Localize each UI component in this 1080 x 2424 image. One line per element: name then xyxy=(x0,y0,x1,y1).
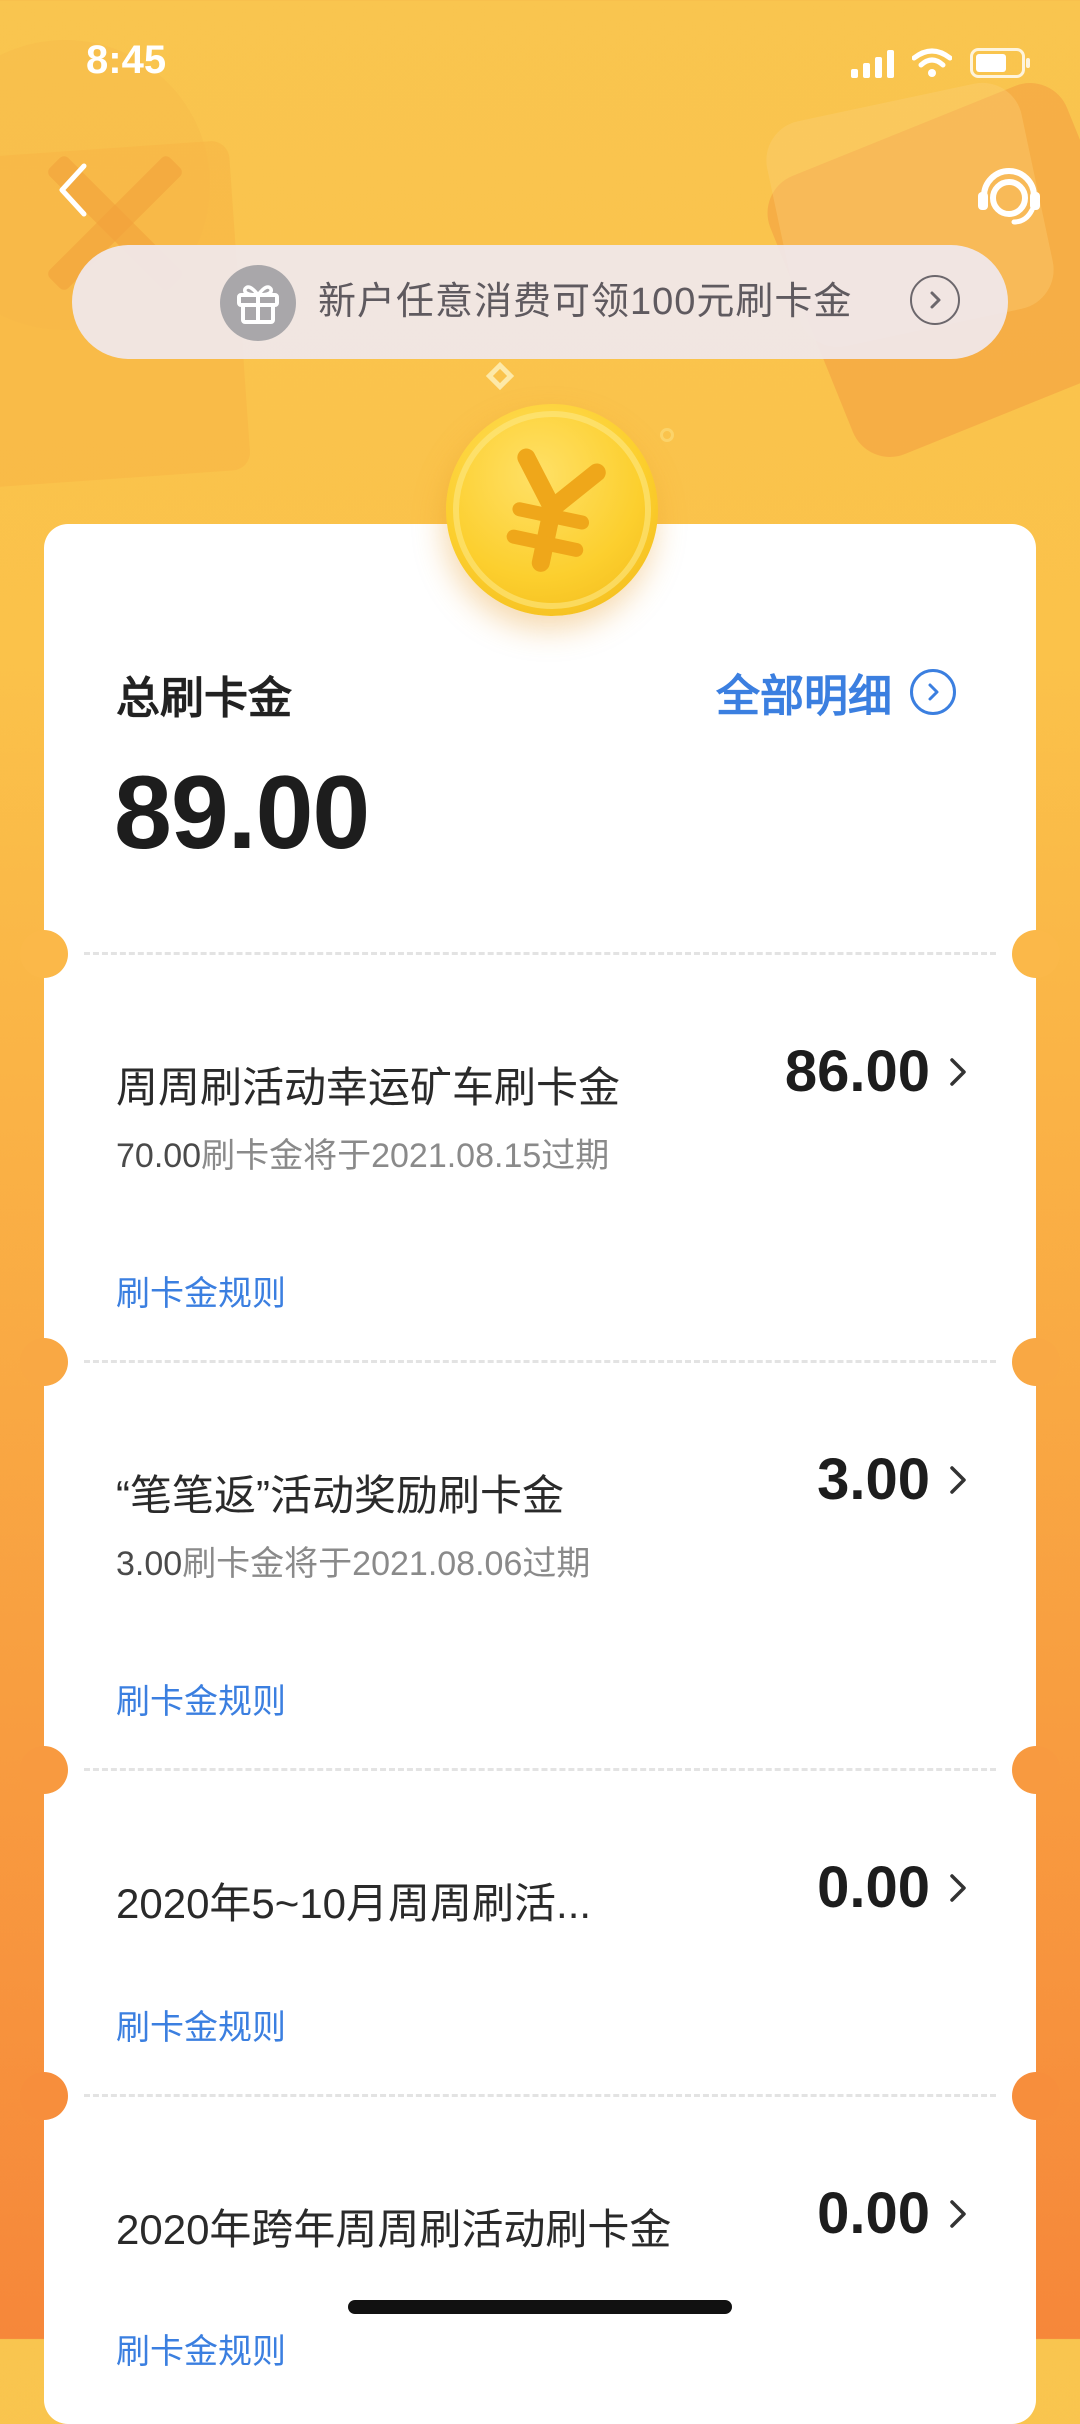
chevron-left-icon xyxy=(59,163,87,217)
promo-text: 新户任意消费可领100元刷卡金 xyxy=(318,281,853,323)
expiry-amount: 70.00 xyxy=(116,1137,202,1175)
rules-link[interactable]: 刷卡金规则 xyxy=(116,1674,286,1723)
list-item[interactable]: “笔笔返”活动奖励刷卡金 3.00 3.00刷卡金将于2021.08.06过期 … xyxy=(44,1362,1036,1768)
chevron-right-icon xyxy=(950,1058,966,1086)
ticket-notch xyxy=(1012,1746,1060,1794)
ticket-notch xyxy=(20,1746,68,1794)
ticket-notch xyxy=(20,1338,68,1386)
chevron-right-icon xyxy=(950,1466,966,1494)
sparkle-icon xyxy=(485,361,515,391)
list-item[interactable]: 周周刷活动幸运矿车刷卡金 86.00 70.00刷卡金将于2021.08.15过… xyxy=(44,954,1036,1360)
item-title: “笔笔返”活动奖励刷卡金 xyxy=(116,1472,564,1519)
chevron-right-circle-icon xyxy=(910,275,960,325)
battery-icon xyxy=(970,48,1032,78)
item-amount: 3.00 xyxy=(817,1447,930,1512)
item-title: 2020年跨年周周刷活动刷卡金 xyxy=(116,2206,672,2253)
ticket-notch xyxy=(20,930,68,978)
chevron-right-icon xyxy=(950,2200,966,2228)
customer-service-button[interactable] xyxy=(974,158,1044,228)
ticket-notch xyxy=(1012,930,1060,978)
expiry-amount: 3.00 xyxy=(116,1545,183,1583)
all-details-label: 全部明细 xyxy=(716,672,892,721)
status-time: 8:45 xyxy=(86,38,167,82)
list-item[interactable]: 2020年5~10月周周刷活... 0.00 刷卡金规则 xyxy=(44,1770,1036,2096)
ticket-notch xyxy=(1012,1338,1060,1386)
expiry-text: 刷卡金将于2021.08.06过期 xyxy=(182,1545,591,1583)
list-item[interactable]: 2020年跨年周周刷活动刷卡金 0.00 刷卡金规则 xyxy=(44,2096,1036,2424)
ticket-notch xyxy=(1012,2072,1060,2120)
home-indicator[interactable] xyxy=(348,2300,732,2314)
item-amount: 86.00 xyxy=(784,1039,930,1104)
item-amount: 0.00 xyxy=(817,2181,930,2246)
item-expiry: 70.00刷卡金将于2021.08.15过期 xyxy=(116,1128,609,1177)
item-title: 周周刷活动幸运矿车刷卡金 xyxy=(116,1064,621,1111)
item-expiry: 3.00刷卡金将于2021.08.06过期 xyxy=(116,1536,590,1585)
all-details-link[interactable]: 全部明细 xyxy=(716,660,956,724)
signal-icon xyxy=(851,48,894,78)
wifi-icon xyxy=(912,48,952,78)
rules-link[interactable]: 刷卡金规则 xyxy=(116,1266,286,1315)
rules-link[interactable]: 刷卡金规则 xyxy=(116,2000,286,2049)
rules-link[interactable]: 刷卡金规则 xyxy=(116,2324,286,2373)
item-amount: 0.00 xyxy=(817,1855,930,1920)
expiry-text: 刷卡金将于2021.08.15过期 xyxy=(201,1137,610,1175)
total-label: 总刷卡金 xyxy=(116,674,292,723)
chevron-right-circle-icon xyxy=(910,669,956,715)
headset-icon xyxy=(978,168,1040,225)
back-button[interactable] xyxy=(50,160,100,220)
gift-icon xyxy=(220,265,296,341)
promo-banner[interactable]: 新户任意消费可领100元刷卡金 xyxy=(72,245,1008,359)
status-bar: 8:45 xyxy=(0,0,1080,130)
ticket-notch xyxy=(20,2072,68,2120)
card-balance-panel: 总刷卡金 全部明细 89.00 周周刷活动幸运矿车刷卡金 86.00 70.00… xyxy=(44,524,1036,2424)
status-icons xyxy=(851,48,1032,78)
total-amount: 89.00 xyxy=(114,755,370,871)
item-title: 2020年5~10月周周刷活... xyxy=(116,1880,592,1927)
chevron-right-icon xyxy=(950,1874,966,1902)
coin-icon xyxy=(426,384,678,636)
